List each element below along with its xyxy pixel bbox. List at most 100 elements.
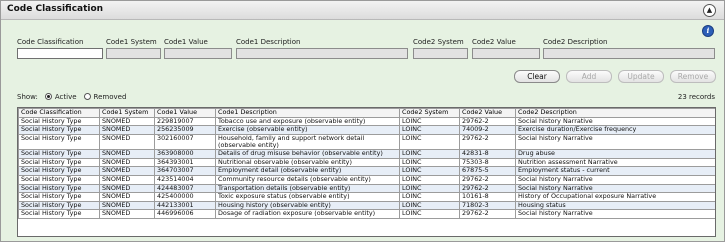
column-header-code2-description[interactable]: Code2 Description <box>515 108 715 118</box>
cell-code1-value: 442133001 <box>154 200 216 211</box>
cell-classification: Social History Type <box>18 149 100 159</box>
cell-code2-description: Social history Narrative <box>515 183 715 194</box>
label-code2-description: Code2 Description <box>543 38 608 46</box>
column-header-code1-description[interactable]: Code1 Description <box>215 108 400 118</box>
cell-code1-system: SNOMED <box>99 192 155 202</box>
cell-code2-description: Social history Narrative <box>515 174 715 185</box>
info-icon[interactable]: i <box>702 25 714 37</box>
label-code2-system: Code2 System <box>413 38 464 46</box>
cell-code2-system: LOINC <box>399 116 460 127</box>
table-header-row: Code Classification Code1 System Code1 V… <box>18 108 715 118</box>
cell-code2-system: LOINC <box>399 200 460 211</box>
label-code1-description: Code1 Description <box>236 38 301 46</box>
cell-code1-system: SNOMED <box>99 174 155 185</box>
cell-code1-system: SNOMED <box>99 209 155 219</box>
cell-code1-description: Nutritional observable (observable entit… <box>215 157 400 168</box>
table-row[interactable]: Social History Type SNOMED 364703007 Emp… <box>18 166 715 176</box>
status-filter: Show: Active Removed <box>17 93 126 101</box>
cell-classification: Social History Type <box>18 209 100 219</box>
label-code-classification: Code Classification <box>17 38 84 46</box>
removed-radio[interactable] <box>83 93 91 100</box>
code2-system-field[interactable] <box>413 48 468 59</box>
cell-code1-value: 424483007 <box>154 183 216 194</box>
table-row[interactable]: Social History Type SNOMED 363908000 Det… <box>18 149 715 159</box>
label-code2-value: Code2 Value <box>472 38 516 46</box>
cell-code1-description: Tobacco use and exposure (observable ent… <box>215 116 400 127</box>
active-radio[interactable] <box>44 93 52 100</box>
code-classification-panel: Code Classification ▲ i Code Classificat… <box>0 0 725 242</box>
cell-code1-value: 446996006 <box>154 209 216 219</box>
clear-button[interactable]: Clear <box>514 70 560 83</box>
column-header-code2-value[interactable]: Code2 Value <box>459 108 516 118</box>
collapse-icon[interactable]: ▲ <box>703 4 716 17</box>
table-row[interactable]: Social History Type SNOMED 423514004 Com… <box>18 174 715 185</box>
record-count: 23 records <box>677 93 715 101</box>
removed-radio-label[interactable]: Removed <box>94 93 127 101</box>
cell-code1-system: SNOMED <box>99 200 155 211</box>
code1-system-field[interactable] <box>106 48 161 59</box>
cell-code1-value: 256235009 <box>154 125 216 135</box>
table-row[interactable]: Social History Type SNOMED 229819007 Tob… <box>18 116 715 127</box>
cell-code2-value: 75303-8 <box>459 157 516 168</box>
code-classification-input[interactable] <box>17 48 103 59</box>
active-radio-label[interactable]: Active <box>55 93 77 101</box>
cell-code2-description: History of Occupational exposure Narrati… <box>515 192 715 202</box>
cell-code1-description: Transportation details (observable entit… <box>215 183 400 194</box>
table-row[interactable]: Social History Type SNOMED 424483007 Tra… <box>18 183 715 194</box>
cell-code2-description: Social history Narrative <box>515 209 715 219</box>
cell-code2-description: Housing status <box>515 200 715 211</box>
cell-classification: Social History Type <box>18 125 100 135</box>
cell-code1-description: Employment detail (observable entity) <box>215 166 400 176</box>
column-header-code1-value[interactable]: Code1 Value <box>154 108 216 118</box>
cell-classification: Social History Type <box>18 183 100 194</box>
panel-title: Code Classification <box>7 4 104 14</box>
cell-code2-description: Social history Narrative <box>515 116 715 127</box>
label-code1-system: Code1 System <box>106 38 157 46</box>
code1-value-field[interactable] <box>164 48 232 59</box>
cell-code2-system: LOINC <box>399 133 460 151</box>
cell-code2-value: 74009-2 <box>459 125 516 135</box>
cell-code1-description: Household, family and support network de… <box>215 133 400 151</box>
cell-code2-system: LOINC <box>399 174 460 185</box>
cell-code1-system: SNOMED <box>99 149 155 159</box>
add-button[interactable]: Add <box>566 70 612 83</box>
cell-code2-system: LOINC <box>399 209 460 219</box>
cell-code2-value: 29762-2 <box>459 174 516 185</box>
cell-code1-system: SNOMED <box>99 157 155 168</box>
code2-value-field[interactable] <box>472 48 540 59</box>
cell-code2-system: LOINC <box>399 157 460 168</box>
remove-button[interactable]: Remove <box>670 70 716 83</box>
cell-code2-system: LOINC <box>399 149 460 159</box>
cell-code1-value: 364703007 <box>154 166 216 176</box>
cell-code2-value: 67875-5 <box>459 166 516 176</box>
cell-code2-value: 29762-2 <box>459 116 516 127</box>
cell-code1-description: Dosage of radiation exposure (observable… <box>215 209 400 219</box>
table-row[interactable]: Social History Type SNOMED 446996006 Dos… <box>18 209 715 219</box>
code2-description-field[interactable] <box>543 48 715 59</box>
code1-description-field[interactable] <box>236 48 408 59</box>
cell-code2-value: 29762-2 <box>459 183 516 194</box>
cell-classification: Social History Type <box>18 200 100 211</box>
table-row[interactable]: Social History Type SNOMED 364393001 Nut… <box>18 157 715 168</box>
cell-code1-value: 425400000 <box>154 192 216 202</box>
column-header-code2-system[interactable]: Code2 System <box>399 108 460 118</box>
cell-code2-description: Nutrition assessment Narrative <box>515 157 715 168</box>
cell-code2-system: LOINC <box>399 183 460 194</box>
cell-classification: Social History Type <box>18 133 100 151</box>
cell-code1-system: SNOMED <box>99 125 155 135</box>
table-row[interactable]: Social History Type SNOMED 425400000 Tox… <box>18 192 715 202</box>
column-header-code1-system[interactable]: Code1 System <box>99 108 155 118</box>
cell-code2-value: 71802-3 <box>459 200 516 211</box>
cell-code1-value: 364393001 <box>154 157 216 168</box>
cell-code1-value: 363908000 <box>154 149 216 159</box>
cell-classification: Social History Type <box>18 157 100 168</box>
update-button[interactable]: Update <box>618 70 664 83</box>
column-header-code-classification[interactable]: Code Classification <box>18 108 100 118</box>
cell-code1-system: SNOMED <box>99 116 155 127</box>
table-row[interactable]: Social History Type SNOMED 442133001 Hou… <box>18 200 715 211</box>
cell-code2-value: 10161-8 <box>459 192 516 202</box>
panel-header: Code Classification ▲ <box>1 1 724 20</box>
table-row[interactable]: Social History Type SNOMED 302160007 Hou… <box>18 133 715 151</box>
table-row[interactable]: Social History Type SNOMED 256235009 Exe… <box>18 125 715 135</box>
cell-code1-description: Exercise (observable entity) <box>215 125 400 135</box>
